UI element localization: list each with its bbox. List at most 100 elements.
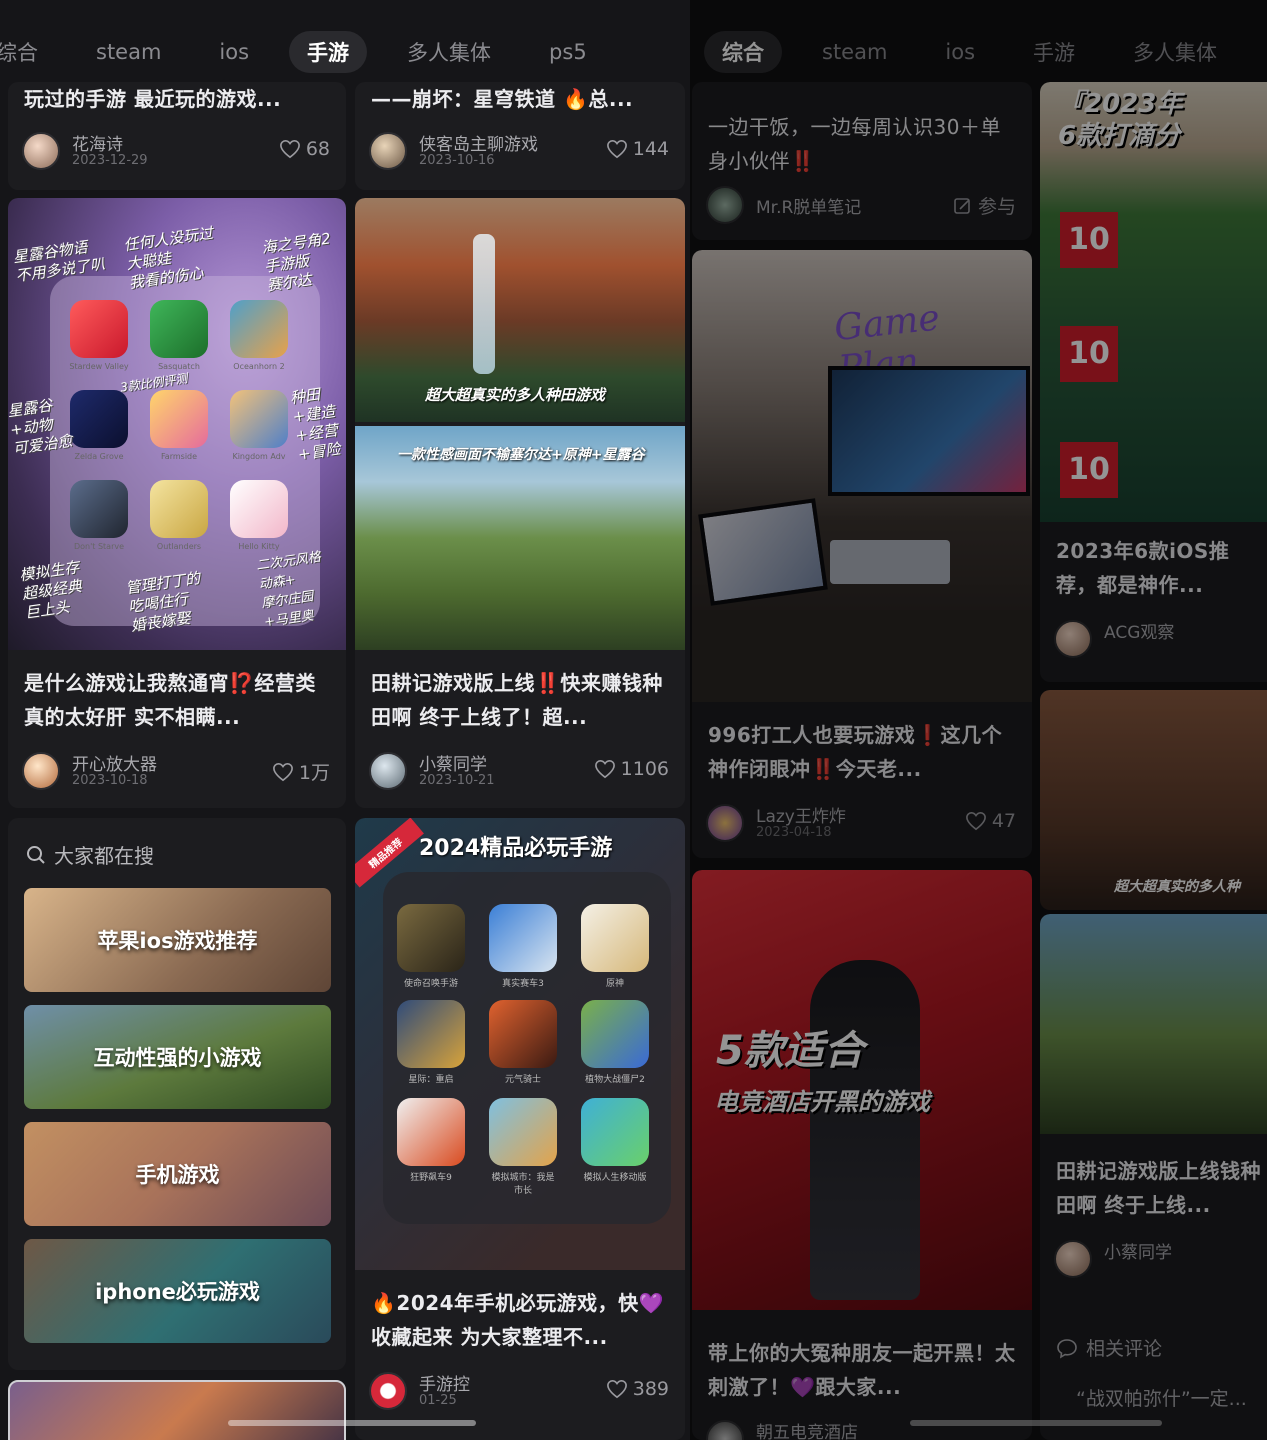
keyboard [830,540,950,584]
feed-card-r5[interactable]: 5款适合 电竞酒店开黑的游戏 带上你的大冤种朋友一起开黑！太刺激了！💜跟大家..… [692,870,1032,1440]
app-label: Hello Kitty [238,542,280,551]
tab-steam[interactable]: steam [804,34,905,70]
feed-card-3[interactable]: Stardew Valley Sasquatch Oceanhorn 2 Zel… [8,198,346,808]
post-date: 2023-10-16 [419,153,495,168]
pvz2-app-icon [581,1000,649,1068]
heart-icon [606,1379,627,1399]
avatar[interactable] [1054,1240,1092,1278]
search-suggestion-label: 手机游戏 [135,1163,220,1187]
author-name[interactable]: 侠客岛主聊游戏 [419,130,538,155]
avatar[interactable] [706,1420,744,1440]
author-name[interactable]: 小蔡同学 [1104,1238,1172,1263]
farmside-app-icon [150,390,208,448]
post-date: 2023-12-29 [72,153,148,168]
card-title: 田耕记游戏版上线钱种田啊 终于上线... [1056,1159,1261,1217]
card-image [1040,914,1267,1134]
genshin-app-icon [581,904,649,972]
author-name[interactable]: 朝五电竞酒店 [756,1418,858,1440]
card-title: 田耕记游戏版上线‼️快来赚钱种田啊 终于上线了！超... [371,671,663,729]
author-name[interactable]: ACG观察 [1104,618,1174,643]
related-comments[interactable]: 相关评论 [1056,1334,1162,1361]
search-suggestion[interactable]: 互动性强的小游戏 [24,1005,331,1109]
search-suggestion[interactable]: iphone必玩游戏 [24,1239,331,1343]
author-name[interactable]: 小蔡同学 [419,750,487,775]
like-button[interactable]: 68 [279,138,330,160]
feed-card-5[interactable]: 精品推荐 2024精品必玩手游 使命召唤手游 真实赛车3 原神 星际：重启 元气… [355,818,685,1440]
like-button[interactable]: 1106 [594,758,669,780]
card-title: ——崩坏：星穹铁道 🔥总... [371,87,634,111]
post-date: 2023-04-18 [756,825,832,840]
like-button[interactable]: 47 [965,810,1016,832]
card-title: 2023年6款iOS推荐，都是神作... [1056,539,1230,597]
feed-card-7[interactable] [8,1380,346,1440]
card-image: Stardew Valley Sasquatch Oceanhorn 2 Zel… [8,198,346,650]
join-button[interactable]: 参与 [953,192,1016,219]
outlanders-app-icon [150,480,208,538]
tablet [698,498,828,606]
avatar[interactable] [22,752,60,790]
app-label: 使命召唤手游 [403,979,458,989]
like-count: 47 [991,810,1016,832]
feed-card-r4[interactable]: 超大超真实的多人种 [1040,690,1267,910]
search-suggestion[interactable]: 苹果ios游戏推荐 [24,888,331,992]
simcity-app-icon [489,1098,557,1166]
horizontal-scrollbar[interactable] [228,1420,476,1426]
like-count: 68 [305,138,330,160]
card-title: 996打工人也要玩游戏❗️这几个神作闭眼冲‼️今天老... [708,723,1003,781]
tab-multiplayer[interactable]: 多人集体 [389,31,509,73]
feed-card-r2[interactable]: 『2023年 6款打滴分 10 10 10 2023年6款iOS推荐，都是神作.… [1040,82,1267,682]
avatar[interactable] [1054,620,1092,658]
search-suggestion[interactable]: 手机游戏 [24,1122,331,1226]
author-name[interactable]: 手游控 [419,1370,470,1395]
author-name[interactable]: 花海诗 [72,130,123,155]
avatar[interactable] [369,132,407,170]
cod-mobile-app-icon [397,904,465,972]
feed-card-4[interactable]: 超大超真实的多人种田游戏 一款性感画面不输塞尔达+原神+星露谷 田耕记游戏版上线… [355,198,685,808]
author-name[interactable]: Mr.R脱单笔记 [756,193,861,218]
feed-card-r1[interactable]: 一边干饭，一边每周认识30＋单身小伙伴‼️ Mr.R脱单笔记 参与 [692,82,1032,240]
tab-zonghe[interactable]: 综合 [0,31,56,73]
like-button[interactable]: 389 [606,1378,669,1400]
avatar[interactable] [706,804,744,842]
tab-multiplayer[interactable]: 多人集体 [1115,31,1235,73]
app-label: 植物大战僵尸2 [585,1075,645,1085]
like-button[interactable]: 1万 [272,758,330,785]
app-label: Outlanders [156,542,202,551]
card-title: 是什么游戏让我熬通宵⁉️经营类真的太好肝 实不相瞒... [24,671,316,729]
tab-zonghe[interactable]: 综合 [704,31,782,73]
tab-ps5[interactable]: ps5 [531,34,605,70]
like-button[interactable]: 144 [606,138,669,160]
app-label: Stardew Valley [69,362,129,371]
avatar[interactable] [369,1372,407,1410]
feed-card-2[interactable]: ——崩坏：星穹铁道 🔥总... 侠客岛主聊游戏 2023-10-16 144 [355,82,685,190]
card-image: 5款适合 电竞酒店开黑的游戏 [692,870,1032,1310]
horizontal-scrollbar[interactable] [910,1420,1162,1426]
avatar[interactable] [369,752,407,790]
feed-card-r3[interactable]: Game Plan 996打工人也要玩游戏❗️这几个神作闭眼冲‼️今天老... … [692,250,1032,858]
feed-card-r6[interactable]: 田耕记游戏版上线钱种田啊 终于上线... 小蔡同学 相关评论 “战双帕弥什”一定… [1040,914,1267,1440]
search-icon [27,845,45,864]
annotation: 管理打丁的 吃喝住行 婚丧嫁娶 [124,569,202,635]
feed-card-1[interactable]: 玩过的手游 最近玩的游戏... 花海诗 2023-12-29 68 [8,82,346,190]
card-title: 带上你的大冤种朋友一起开黑！太刺激了！💜跟大家... [708,1341,1016,1399]
tab-mobile-games[interactable]: 手游 [289,31,368,73]
tab-ios[interactable]: ios [927,34,993,70]
avatar[interactable] [706,186,744,224]
waterfall [473,234,495,374]
desk-surface [692,610,1032,702]
tab-mobile-games[interactable]: 手游 [1015,31,1093,73]
avatar[interactable] [22,132,60,170]
app-label: Farmside [160,452,198,461]
author-name[interactable]: Lazy王炸炸 [756,802,846,827]
tab-steam[interactable]: steam [78,34,179,70]
card-image: 精品推荐 2024精品必玩手游 使命召唤手游 真实赛车3 原神 星际：重启 元气… [355,818,685,1270]
heart-icon [279,139,300,159]
tab-ios[interactable]: ios [201,34,267,70]
like-count: 1万 [298,762,330,784]
author-name[interactable]: 开心放大器 [72,750,157,775]
soul-knight-app-icon [489,1000,557,1068]
comment-icon [1057,1338,1077,1359]
app-label: 模拟城市：我是市长 [491,1173,555,1196]
category-tabs-secondary: 综合 steam ios 手游 多人集体 [704,28,1267,76]
oceanhorn-app-icon [230,300,288,358]
